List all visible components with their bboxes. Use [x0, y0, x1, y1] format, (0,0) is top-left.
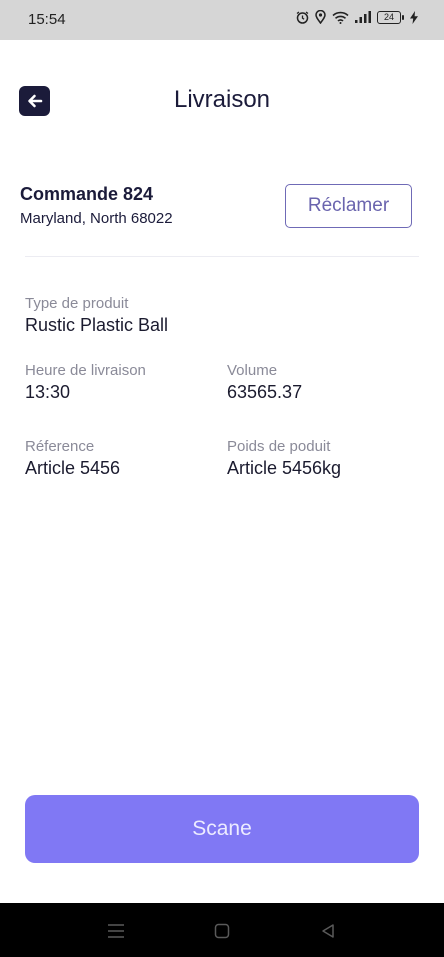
home-nav-icon[interactable]	[212, 921, 232, 941]
back-nav-icon[interactable]	[318, 921, 338, 941]
charging-icon	[410, 10, 418, 24]
signal-icon	[355, 11, 371, 23]
battery-level: 24	[377, 10, 401, 24]
back-button[interactable]	[19, 86, 50, 116]
volume-value: 63565.37	[227, 382, 303, 402]
volume-label: Volume	[227, 362, 278, 379]
status-icons: 24	[296, 10, 418, 24]
delivery-time-label: Heure de livraison	[25, 362, 146, 379]
menu-nav-icon[interactable]	[106, 921, 126, 941]
delivery-screen: 15:54 24 Livraison Commande 824 Maryland…	[0, 0, 444, 957]
divider	[25, 256, 419, 257]
product-type-label: Type de produit	[25, 295, 129, 312]
order-title: Commande 824	[20, 184, 154, 204]
system-nav-bar	[0, 903, 444, 957]
weight-value: Article 5456kg	[227, 458, 342, 478]
page-title: Livraison	[173, 86, 271, 113]
order-address: Maryland, North 68022	[20, 210, 173, 227]
weight-label: Poids de poduit	[227, 438, 331, 455]
scan-button[interactable]: Scane	[25, 795, 419, 863]
claim-button[interactable]: Réclamer	[285, 184, 412, 228]
alarm-icon	[296, 10, 309, 24]
reference-value: Article 5456	[25, 458, 121, 478]
location-icon	[315, 10, 326, 24]
delivery-time-value: 13:30	[25, 382, 71, 402]
status-time: 15:54	[28, 11, 66, 28]
wifi-icon	[332, 11, 349, 24]
product-type-value: Rustic Plastic Ball	[25, 315, 169, 335]
arrow-left-icon	[27, 94, 42, 108]
status-bar: 15:54 24	[0, 0, 444, 40]
battery-icon: 24	[377, 10, 404, 24]
reference-label: Réference	[25, 438, 95, 455]
